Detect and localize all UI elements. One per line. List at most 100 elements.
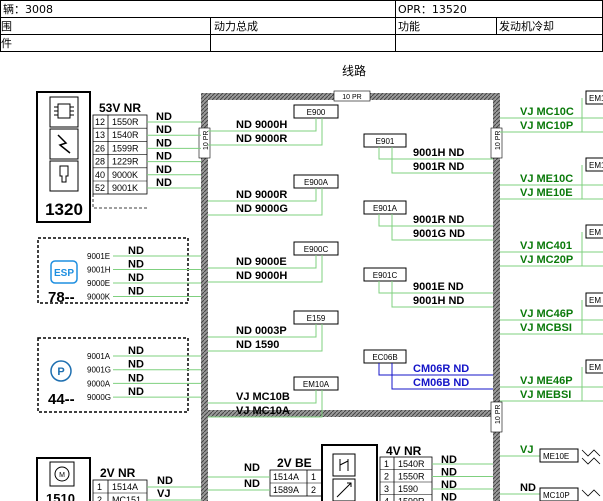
bottom-mid-connector-right: 4V NR — [386, 444, 422, 458]
bottom-mid-right-pin-number: 2 — [384, 472, 389, 482]
ecu-1320-pin-wire: 9001K — [112, 183, 138, 193]
bottom-mid-left-pin-wire: 1514A — [273, 472, 299, 482]
bottom-mid-right-pin-nd: ND — [441, 467, 457, 479]
ecu-1320-pin-nd: ND — [156, 111, 172, 123]
bottom-mid-right-pin-wire: 1590 — [398, 484, 418, 494]
esp-pin-wire: 9001E — [87, 252, 110, 261]
parking-pin-wire: 9001G — [87, 366, 111, 375]
relay-icon — [332, 453, 356, 477]
ecu-1320-pin-nd: ND — [156, 137, 172, 149]
right-wire-label: VJ — [520, 444, 533, 456]
splice-wire-label: 9001R ND — [413, 214, 464, 226]
splice-wire-label: 9001H ND — [413, 295, 464, 307]
bottom-left-pin-wire: 1514A — [112, 482, 138, 492]
splice-wire-label: ND 0003P — [236, 325, 287, 337]
bottom-mid-right-pin-nd: ND — [441, 492, 457, 501]
splice-wire-label: ND 9000R — [236, 133, 287, 145]
right-connector-label: MC10P — [543, 491, 570, 500]
bottom-left-connector: 2V NR — [100, 466, 136, 480]
ecu-1320-pin-wire: 1229R — [112, 157, 139, 167]
splice-wire-label: CM06R ND — [413, 363, 469, 375]
ecu-1320-pin-nd: ND — [156, 151, 172, 163]
ecu-1320-pin-number: 13 — [95, 130, 105, 140]
splice-wire-label: CM06B ND — [413, 377, 469, 389]
ecu-1320: 1320 — [36, 91, 91, 223]
bottom-mid-nd-1: ND — [244, 462, 260, 474]
esp-pin-nd: ND — [128, 272, 144, 284]
right-connector-label: EM1 — [589, 161, 603, 170]
bottom-mid-right-pin-number: 1 — [384, 459, 389, 469]
ecu-1320-pin-nd: ND — [156, 164, 172, 176]
bottom-mid-left-pin-wire: 1589A — [273, 485, 299, 495]
right-wire-label: VJ MC10P — [520, 120, 573, 132]
parking-pin-wire: 9000A — [87, 379, 111, 388]
motor-icon-m: M — [59, 472, 65, 479]
esp-pin-wire: 9001H — [87, 266, 111, 275]
bottom-left-pin-wire: MC151 — [112, 495, 141, 501]
splice-wire-label: ND 9000R — [236, 189, 287, 201]
harness-left-label: 10 PR — [203, 131, 210, 150]
ecu-1320-pin-number: 12 — [95, 117, 105, 127]
ground-symbol — [581, 449, 601, 465]
splice-box-label: EM10A — [303, 380, 330, 389]
right-wire-label: VJ MEBSI — [520, 389, 571, 401]
bottom-mid-right-pin-wire: 1540R — [398, 459, 425, 469]
ecu-1320-pin-number: 26 — [95, 143, 105, 153]
right-wire-label: VJ MC10C — [520, 106, 574, 118]
splice-wire-label: ND 1590 — [236, 339, 279, 351]
parking-pin-nd: ND — [128, 359, 144, 371]
splice-wire-label: 9001R ND — [413, 161, 464, 173]
esp-pin-nd: ND — [128, 245, 144, 257]
esp-pin-wire: 9000K — [87, 293, 111, 302]
ecu-1320-pin-number: 40 — [95, 170, 105, 180]
bottom-mid-left-pin-number: 2 — [311, 485, 316, 495]
splice-box-label: E900 — [307, 108, 326, 117]
bottom-mid-right-pin-wire: 1550R — [398, 472, 425, 482]
right-connector-label: EM1 — [589, 94, 603, 103]
harness-right-label-top: 10 PR — [495, 131, 502, 150]
bottom-mid-connector-left: 2V BE — [277, 456, 312, 470]
splice-box-label: E901A — [373, 204, 398, 213]
splice-box-label: E901C — [373, 271, 398, 280]
ecu-1320-pin-wire: 1540R — [112, 130, 139, 140]
splice-wire-label: ND 9000H — [236, 270, 287, 282]
bottom-left-id: 1510 — [46, 491, 75, 501]
bottom-left-pin-nd: ND — [157, 475, 173, 487]
right-connector-label: EM — [589, 363, 601, 372]
right-connector-label: EM — [589, 228, 601, 237]
bottom-left-pin-number: 2 — [97, 495, 102, 501]
ecu-1320-pin-nd: ND — [156, 124, 172, 136]
right-connector-label: ME10E — [543, 452, 569, 461]
bottom-mid-right-pin-wire: 1599R — [398, 497, 425, 501]
harness-right-label-bottom: 10 PR — [495, 405, 502, 424]
ecu-1320-connector: 53V NR — [99, 101, 141, 115]
splice-box-label: E900A — [304, 178, 329, 187]
wiring-diagram: 10 PR 10 PR 10 PR 10 PR 1320 53V NR 12 15… — [36, 90, 603, 501]
parking-pin-wire: 9000G — [87, 393, 111, 402]
bottom-left-pin-number: 1 — [97, 482, 102, 492]
bottom-mid-left-pin-number: 1 — [311, 472, 316, 482]
bottom-mid-right-pin-nd: ND — [441, 454, 457, 466]
parking-id: 44-- — [48, 391, 75, 408]
ecu-1320-pin-number: 52 — [95, 183, 105, 193]
parking-brake-p: P — [57, 366, 64, 378]
splice-wire-label: 9001G ND — [413, 228, 465, 240]
splice-wire-label: ND 9000G — [236, 203, 288, 215]
esp-pin-nd: ND — [128, 259, 144, 271]
splice-box-label: E159 — [307, 314, 326, 323]
bottom-mid-right-pin-nd: ND — [441, 479, 457, 491]
splice-wire-label: ND 9000E — [236, 256, 287, 268]
right-wire-label: VJ ME10C — [520, 173, 573, 185]
bottom-mid-right-pin-number: 4 — [384, 497, 389, 501]
parking-pin-nd: ND — [128, 345, 144, 357]
right-wire-label: ND — [520, 482, 536, 494]
ecu-1320-pin-wire: 9000K — [112, 170, 138, 180]
right-wire-label: VJ MC46P — [520, 308, 573, 320]
parking-pin-nd: ND — [128, 372, 144, 384]
right-wire-label: VJ MC401 — [520, 240, 572, 252]
right-wire-label: VJ ME46P — [520, 375, 573, 387]
splice-box-label: E901 — [376, 137, 395, 146]
esp-pin-nd: ND — [128, 286, 144, 298]
splice-wire-label: VJ MC10A — [236, 405, 290, 417]
esp-icon-text: ESP — [54, 268, 74, 279]
